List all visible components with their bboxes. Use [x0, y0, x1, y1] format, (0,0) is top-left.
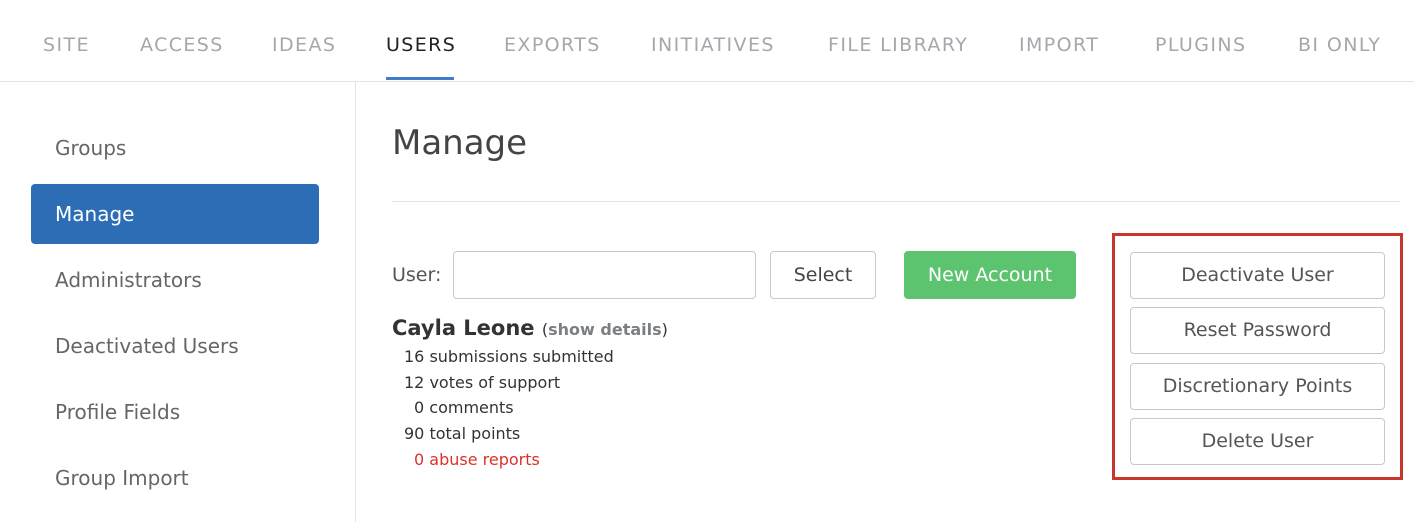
delete-user-button[interactable]: Delete User	[1130, 418, 1385, 465]
tab-access[interactable]: ACCESS	[140, 34, 224, 56]
user-name: Cayla Leone	[392, 316, 535, 340]
sidebar-item-profile-fields[interactable]: Profile Fields	[31, 382, 319, 442]
stat-votes: 12 votes of support	[404, 373, 561, 392]
reset-password-button[interactable]: Reset Password	[1130, 307, 1385, 354]
sidebar-item-administrators[interactable]: Administrators	[31, 250, 319, 310]
stat-points: 90 total points	[404, 424, 521, 443]
sidebar-item-manage[interactable]: Manage	[31, 184, 319, 244]
tab-users[interactable]: USERS	[386, 34, 456, 56]
user-search-input[interactable]	[453, 251, 756, 299]
select-button[interactable]: Select	[770, 251, 876, 299]
stat-comments: 0 comments	[414, 398, 514, 417]
page-title: Manage	[392, 123, 528, 163]
stat-submissions: 16 submissions submitted	[404, 347, 614, 366]
top-navigation: SITE ACCESS IDEAS USERS EXPORTS INITIATI…	[0, 0, 1414, 82]
sidebar-item-deactivated-users[interactable]: Deactivated Users	[31, 316, 319, 376]
show-details-wrapper: (show details)	[542, 320, 668, 339]
tab-site[interactable]: SITE	[43, 34, 90, 56]
sidebar-item-group-import[interactable]: Group Import	[31, 448, 319, 508]
user-name-heading: Cayla Leone (show details)	[392, 316, 668, 340]
tab-file-library[interactable]: FILE LIBRARY	[828, 34, 968, 56]
divider	[392, 201, 1400, 202]
active-tab-indicator	[386, 77, 454, 80]
tab-initiatives[interactable]: INITIATIVES	[651, 34, 775, 56]
tab-import[interactable]: IMPORT	[1019, 34, 1099, 56]
discretionary-points-button[interactable]: Discretionary Points	[1130, 363, 1385, 410]
user-field-label: User:	[392, 264, 442, 286]
paren-close: )	[661, 320, 668, 339]
new-account-button[interactable]: New Account	[904, 251, 1076, 299]
stat-abuse-reports[interactable]: 0 abuse reports	[414, 450, 540, 469]
tab-exports[interactable]: EXPORTS	[504, 34, 601, 56]
show-details-link[interactable]: show details	[548, 320, 662, 339]
deactivate-user-button[interactable]: Deactivate User	[1130, 252, 1385, 299]
tab-bi-only[interactable]: BI ONLY	[1298, 34, 1381, 56]
sidebar: Groups Manage Administrators Deactivated…	[0, 82, 356, 522]
tab-ideas[interactable]: IDEAS	[272, 34, 336, 56]
sidebar-item-groups[interactable]: Groups	[31, 118, 319, 178]
tab-plugins[interactable]: PLUGINS	[1155, 34, 1246, 56]
